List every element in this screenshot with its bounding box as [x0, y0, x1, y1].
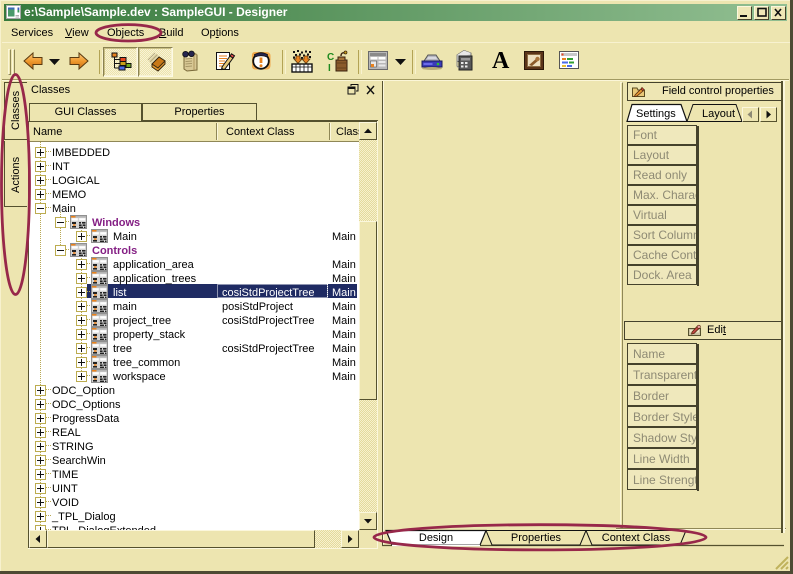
svg-text:Main: Main — [332, 231, 356, 243]
svg-text:TIME: TIME — [52, 469, 78, 481]
svg-text:tree_common: tree_common — [113, 357, 180, 369]
svg-text:list: list — [113, 287, 126, 299]
svg-text:Actions: Actions — [10, 156, 22, 193]
svg-text:property_stack: property_stack — [113, 329, 186, 341]
svg-text:ODC_Option: ODC_Option — [52, 385, 115, 397]
svg-text:Main: Main — [52, 203, 76, 215]
svg-text:LOGICAL: LOGICAL — [52, 175, 100, 187]
svg-text:main: main — [113, 301, 137, 313]
svg-text:workspace: workspace — [112, 371, 166, 383]
svg-text:project_tree: project_tree — [113, 315, 171, 327]
svg-text:VOID: VOID — [52, 497, 79, 509]
svg-text:Main: Main — [332, 357, 356, 369]
svg-text:Main: Main — [332, 329, 356, 341]
svg-text:Main: Main — [332, 259, 356, 271]
svg-text:UINT: UINT — [52, 483, 78, 495]
svg-text:Main: Main — [332, 273, 356, 285]
svg-text:_TPL_Dialog: _TPL_Dialog — [51, 511, 116, 523]
svg-text:REAL: REAL — [52, 427, 81, 439]
svg-text:application_area: application_area — [113, 259, 195, 271]
svg-text:Main: Main — [332, 371, 356, 383]
svg-text:ODC_Options: ODC_Options — [52, 399, 121, 411]
svg-text:C: C — [327, 52, 334, 63]
svg-text:MEMO: MEMO — [52, 189, 87, 201]
svg-text:Main: Main — [332, 315, 356, 327]
svg-text:STRING: STRING — [52, 441, 94, 453]
svg-text:ProgressData: ProgressData — [52, 413, 120, 425]
svg-text:Controls: Controls — [92, 245, 137, 257]
svg-text:Classes: Classes — [10, 90, 22, 130]
svg-text:posiStdProject: posiStdProject — [222, 301, 293, 313]
svg-text:Windows: Windows — [92, 217, 140, 229]
svg-text:Main: Main — [332, 287, 356, 299]
svg-text:IMBEDDED: IMBEDDED — [52, 147, 110, 159]
svg-text:cosiStdProjectTree: cosiStdProjectTree — [222, 315, 315, 327]
svg-text:tree: tree — [113, 343, 132, 355]
svg-text:Main: Main — [332, 301, 356, 313]
svg-text:application_trees: application_trees — [113, 273, 197, 285]
svg-text:A: A — [492, 48, 510, 74]
svg-text:INT: INT — [52, 161, 70, 173]
svg-text:cosiStdProjectTree: cosiStdProjectTree — [222, 343, 315, 355]
svg-text:SearchWin: SearchWin — [52, 455, 106, 467]
svg-text:I: I — [328, 63, 331, 74]
svg-text:Main: Main — [332, 343, 356, 355]
svg-text:Main: Main — [113, 231, 137, 243]
